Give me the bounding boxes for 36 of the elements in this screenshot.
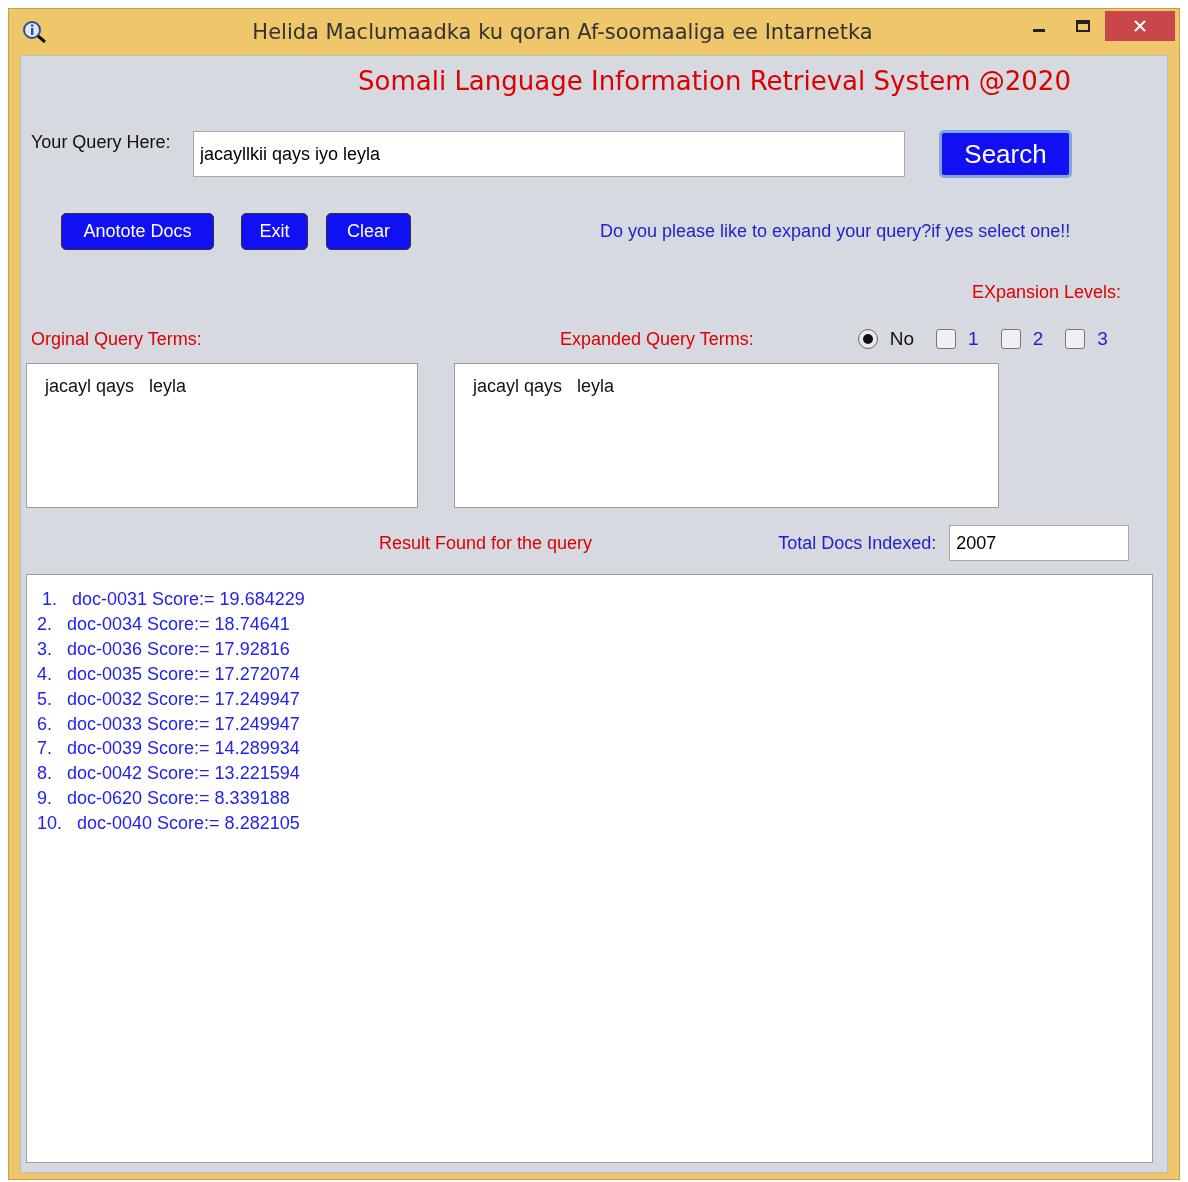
total-docs-field[interactable]: 2007	[949, 525, 1130, 561]
expansion-levels-label: EXpansion Levels:	[970, 282, 1122, 303]
query-label: Your Query Here:	[31, 132, 172, 153]
close-button[interactable]	[1105, 11, 1175, 41]
action-button[interactable]: Exit	[241, 212, 308, 250]
close-icon	[1134, 20, 1146, 32]
total-docs-label: Total Docs Indexed:	[778, 532, 937, 554]
checkbox-option[interactable]: 2	[1000, 328, 1044, 350]
result-line: 6. doc-0033 Score:= 17.249947	[37, 712, 300, 736]
query-field[interactable]: jacayllkii qays iyo leyla	[193, 131, 905, 177]
result-line: 4. doc-0035 Score:= 17.272074	[37, 662, 300, 686]
action-button[interactable]: Anotote Docs	[61, 212, 214, 250]
window-title: Helida Maclumaadka ku qoran Af-soomaaliga ee Intarnetka	[251, 20, 874, 44]
radio-option[interactable]: No	[857, 328, 915, 350]
result-line: 10. doc-0040 Score:= 8.282105	[37, 812, 300, 836]
result-line: 7. doc-0039 Score:= 14.289934	[37, 737, 300, 761]
original-terms-label: Orginal Query Terms:	[31, 328, 203, 350]
expanded-terms-label: Expanded Query Terms:	[560, 328, 754, 350]
search-button[interactable]: Search	[939, 130, 1072, 178]
checkbox-option[interactable]: 3	[1065, 328, 1108, 350]
result-line: 2. doc-0034 Score:= 18.74641	[37, 612, 290, 636]
expand-prompt: Do you please like to expand your query?if yes select one!!	[600, 220, 1071, 242]
app-heading: Somali Language Information Retrieval System @2020	[357, 65, 1072, 98]
checkbox-option[interactable]: 1	[936, 328, 979, 350]
original-terms-box: jacayl qays leyla	[26, 363, 418, 508]
result-line: 8. doc-0042 Score:= 13.221594	[37, 762, 300, 786]
results-label: Result Found for the query	[379, 532, 593, 554]
result-line: 9. doc-0620 Score:= 8.339188	[37, 787, 290, 811]
result-line: 1. doc-0031 Score:= 19.684229	[41, 588, 305, 611]
action-button[interactable]: Clear	[326, 212, 411, 250]
result-line: 5. doc-0032 Score:= 17.249947	[37, 687, 300, 711]
info-magnifier-icon	[22, 21, 48, 43]
maximize-icon	[1076, 20, 1090, 32]
expanded-terms-box: jacayl qays leyla	[454, 363, 999, 508]
result-line: 3. doc-0036 Score:= 17.92816	[37, 637, 290, 661]
minimize-icon	[1033, 28, 1045, 32]
